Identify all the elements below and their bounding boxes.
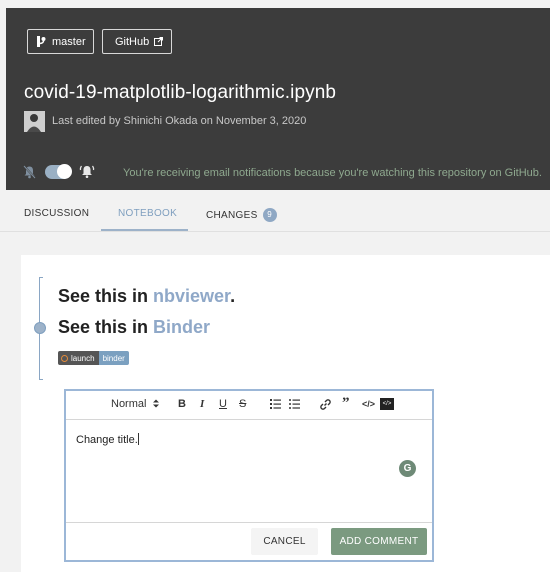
strikethrough-button[interactable]: S	[239, 398, 246, 410]
binder-logo-icon	[61, 354, 68, 362]
notification-row: You're receiving email notifications bec…	[6, 158, 550, 186]
badge-left-text: launch	[71, 353, 95, 363]
branch-button[interactable]: master	[27, 29, 94, 54]
toggle-knob	[57, 164, 72, 179]
bell-ring-icon[interactable]	[79, 164, 95, 179]
branch-icon	[37, 36, 46, 47]
bell-off-icon[interactable]	[23, 165, 36, 179]
bold-button[interactable]: B	[178, 398, 186, 410]
updown-arrows-icon	[152, 399, 159, 408]
external-link-icon	[154, 37, 164, 46]
format-select-value: Normal	[111, 398, 147, 410]
notification-text: You're receiving email notifications bec…	[123, 167, 542, 179]
tab-bar: DISCUSSION NOTEBOOK CHANGES 9	[0, 190, 550, 232]
binder-line: See this in Binder	[58, 317, 210, 338]
add-comment-button[interactable]: ADD COMMENT	[331, 528, 427, 555]
text-caret	[137, 433, 139, 445]
branch-label: master	[52, 35, 86, 48]
binder-link[interactable]: Binder	[153, 317, 210, 337]
last-edited-text: Last edited by Shinichi Okada on Novembe…	[52, 115, 307, 127]
notification-toggle[interactable]	[45, 164, 72, 179]
bullet-list-icon[interactable]	[289, 399, 300, 409]
italic-button[interactable]: I	[200, 398, 204, 410]
cell-comment-marker[interactable]	[34, 322, 46, 334]
tab-changes[interactable]: CHANGES 9	[206, 208, 277, 222]
nbviewer-line-suffix: .	[230, 286, 236, 306]
tab-discussion[interactable]: DISCUSSION	[24, 208, 89, 219]
comment-textarea[interactable]: Change title.	[76, 433, 139, 446]
format-select[interactable]: Normal	[111, 398, 159, 410]
code-block-button[interactable]: </>	[380, 398, 394, 410]
binder-line-prefix: See this in	[58, 317, 154, 337]
comment-editor: Normal B I U S ” </> </> Change title. G…	[64, 389, 434, 562]
underline-button[interactable]: U	[219, 398, 227, 410]
notebook-card: See this in nbviewer. See this in Binder…	[21, 255, 550, 572]
editor-footer-divider	[66, 522, 432, 523]
link-icon[interactable]	[320, 399, 331, 410]
tab-notebook[interactable]: NOTEBOOK	[118, 208, 177, 219]
comment-text: Change title.	[76, 434, 138, 446]
tab-changes-label: CHANGES	[206, 209, 258, 221]
badge-left: launch	[58, 351, 99, 365]
quote-button[interactable]: ”	[342, 395, 350, 412]
file-title: covid-19-matplotlib-logarithmic.ipynb	[24, 82, 337, 103]
header: master GitHub covid-19-matplotlib-logari…	[6, 8, 550, 190]
launch-binder-badge[interactable]: launch binder	[58, 351, 129, 365]
nbviewer-link[interactable]: nbviewer	[153, 286, 230, 306]
nbviewer-line-prefix: See this in	[58, 286, 154, 306]
nbviewer-line: See this in nbviewer.	[58, 286, 235, 307]
grammarly-icon[interactable]: G	[399, 460, 416, 477]
avatar	[24, 111, 45, 132]
code-button[interactable]: </>	[362, 399, 375, 409]
badge-right: binder	[98, 351, 129, 365]
github-button[interactable]: GitHub	[102, 29, 172, 54]
editor-toolbar: Normal B I U S ” </> </>	[66, 391, 432, 420]
cancel-button[interactable]: CANCEL	[251, 528, 318, 555]
github-label: GitHub	[115, 35, 150, 48]
tab-divider	[0, 231, 550, 232]
changes-count-badge: 9	[262, 208, 277, 222]
ordered-list-icon[interactable]	[270, 399, 281, 409]
